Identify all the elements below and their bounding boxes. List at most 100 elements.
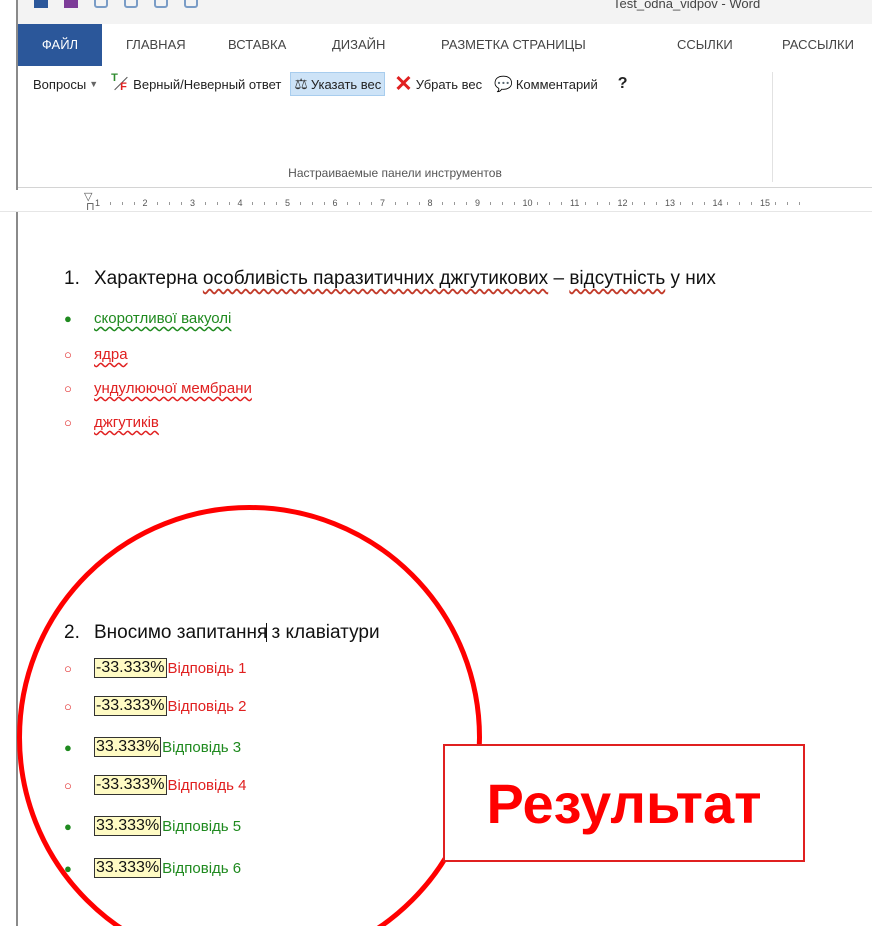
- question-1-text-underlined2: відсутність: [569, 268, 666, 289]
- red-x-icon: ✕: [394, 71, 413, 96]
- ruler-tick: [311, 202, 313, 205]
- undo-icon[interactable]: [94, 0, 108, 8]
- question-1-title: 1. Характерна особливість паразитичних дж…: [64, 268, 716, 290]
- ruler-tick: [121, 202, 123, 205]
- group-label: Настраиваемые панели инструментов: [288, 166, 502, 180]
- ruler-tick: [656, 202, 658, 205]
- quick-access-toolbar: [34, 0, 198, 8]
- ruler-tick: [489, 202, 491, 205]
- set-weight-button[interactable]: ⚖ Указать вес: [290, 72, 386, 96]
- ruler-number: 2: [142, 198, 148, 208]
- ruler-tick: [228, 202, 230, 205]
- question-1-text-suffix: у них: [665, 268, 716, 289]
- q1-answer-3-text: ундулюючої мембрани: [94, 380, 252, 397]
- question-1-number: 1.: [64, 268, 80, 289]
- comment-button[interactable]: 💬 Комментарий: [491, 73, 601, 95]
- q1-answer-1-text: скоротливої вакуолі: [94, 310, 232, 327]
- remove-weight-label: Убрать вес: [415, 76, 483, 92]
- q1-answer-4[interactable]: ○ джгутиків: [64, 414, 159, 431]
- tab-home[interactable]: ГЛАВНАЯ: [126, 24, 186, 66]
- ruler-tick: [608, 202, 610, 205]
- ruler-tick: [299, 202, 301, 205]
- ruler-tick: [204, 202, 206, 205]
- wrong-bullet-icon: ○: [64, 347, 72, 362]
- print-preview-icon[interactable]: [184, 0, 198, 8]
- ruler-tick: [632, 202, 634, 205]
- ruler-tick: [169, 202, 171, 205]
- ruler-tick: [584, 202, 586, 205]
- document-title: Test_odna_vidpov - Word: [613, 0, 761, 11]
- tab-design[interactable]: ДИЗАЙН: [332, 24, 385, 66]
- ruler-tick: [133, 202, 135, 205]
- set-weight-label: Указать вес: [310, 76, 382, 92]
- ruler-tick: [276, 202, 278, 205]
- question-1-text-underlined: особливість паразитичних джгутикових: [202, 268, 549, 289]
- ruler-tick: [454, 202, 456, 205]
- tab-references[interactable]: ССЫЛКИ: [677, 24, 733, 66]
- ruler-tick: [394, 202, 396, 205]
- ruler-tick: [216, 202, 218, 205]
- ruler-tick: [513, 202, 515, 205]
- ruler-number: 12: [617, 198, 628, 208]
- comment-label: Комментарий: [515, 76, 598, 92]
- title-bar: Test_odna_vidpov - Word: [18, 0, 872, 24]
- ruler-tick: [406, 202, 408, 205]
- questions-label: Вопросы: [33, 76, 87, 92]
- ruler-number: 13: [665, 198, 676, 208]
- ruler-tick: [798, 202, 800, 205]
- horizontal-ruler[interactable]: ▽ ⊓ 1 2 3 4 5 6 7 8 9 10 11 12 13 14 15: [0, 190, 872, 213]
- correct-bullet-icon: ●: [64, 311, 72, 326]
- ruler-tick: [644, 202, 646, 205]
- ruler-tick: [679, 202, 681, 205]
- ruler-tick: [774, 202, 776, 205]
- q1-answer-3[interactable]: ○ ундулюючої мембрани: [64, 380, 252, 397]
- ruler-tick: [691, 202, 693, 205]
- ruler-tick: [739, 202, 741, 205]
- save-icon[interactable]: [64, 0, 78, 8]
- q1-answer-4-text: джгутиків: [94, 414, 159, 431]
- result-label: Результат: [486, 771, 762, 835]
- ruler-tick: [561, 202, 563, 205]
- wrong-bullet-icon: ○: [64, 415, 72, 430]
- tab-mailings[interactable]: РАССЫЛКИ: [782, 24, 854, 66]
- wrong-bullet-icon: ○: [64, 381, 72, 396]
- ruler-tick: [418, 202, 420, 205]
- questions-dropdown[interactable]: Вопросы ▼: [30, 75, 101, 94]
- true-false-button[interactable]: TF Верный/Неверный ответ: [107, 72, 284, 96]
- ruler-tick: [157, 202, 159, 205]
- speech-bubble-icon: 💬: [494, 76, 513, 93]
- tab-file[interactable]: ФАЙЛ: [18, 24, 102, 66]
- ribbon-panel: Вопросы ▼ TF Верный/Неверный ответ ⚖ Ука…: [18, 66, 872, 188]
- question-1-text-prefix: Характерна: [94, 268, 203, 289]
- ruler-tick: [537, 202, 539, 205]
- q1-answer-2[interactable]: ○ ядра: [64, 346, 128, 363]
- ruler-tick: [727, 202, 729, 205]
- ruler-tick: [264, 202, 266, 205]
- ruler-number: 8: [427, 198, 433, 208]
- remove-weight-button[interactable]: ✕ Убрать вес: [391, 73, 485, 95]
- ruler-tick: [252, 202, 254, 205]
- result-callout: Результат: [443, 744, 805, 862]
- ruler-number: 6: [332, 198, 338, 208]
- ruler-number: 15: [760, 198, 771, 208]
- ruler-tick: [703, 202, 705, 205]
- ruler-tick: [549, 202, 551, 205]
- ruler-tick: [323, 202, 325, 205]
- q1-answer-2-text: ядра: [94, 346, 128, 363]
- ruler-tick: [596, 202, 598, 205]
- ruler-tick: [751, 202, 753, 205]
- new-document-icon[interactable]: [154, 0, 168, 8]
- question-mark-icon: ?: [617, 75, 628, 92]
- tab-page-layout[interactable]: РАЗМЕТКА СТРАНИЦЫ: [441, 24, 586, 66]
- help-button[interactable]: ?: [607, 73, 631, 95]
- ruler-tick: [109, 202, 111, 205]
- q1-answer-1[interactable]: ● скоротливої вакуолі: [64, 310, 231, 327]
- tab-insert[interactable]: ВСТАВКА: [228, 24, 286, 66]
- ruler-number: 4: [237, 198, 243, 208]
- redo-icon[interactable]: [124, 0, 138, 8]
- scales-icon: ⚖: [294, 76, 308, 93]
- question-1-text-dash: –: [548, 268, 570, 289]
- ruler-tick: [786, 202, 788, 205]
- ruler-number: 10: [522, 198, 533, 208]
- true-false-icon: TF: [111, 72, 128, 93]
